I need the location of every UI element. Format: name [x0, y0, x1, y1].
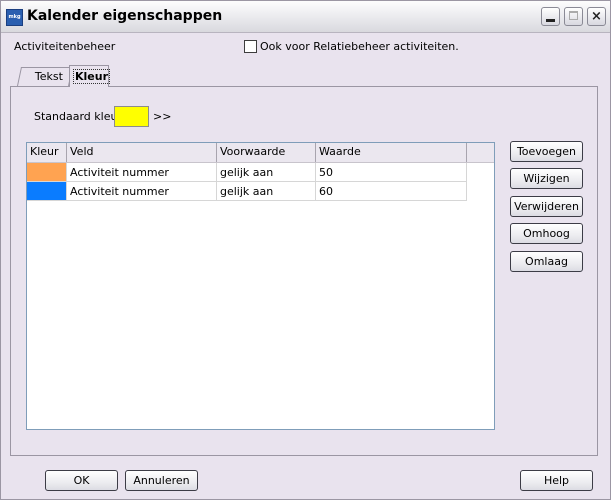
row-voorwaarde: gelijk aan [217, 163, 316, 182]
row-veld: Activiteit nummer [67, 163, 217, 182]
relatiebeheer-checkbox[interactable] [244, 40, 257, 53]
column-header-veld[interactable]: Veld [67, 143, 217, 162]
row-color-swatch [27, 163, 67, 182]
standard-color-more-button[interactable]: >> [153, 110, 171, 123]
add-button[interactable]: Toevoegen [510, 141, 583, 162]
cancel-button[interactable]: Annuleren [125, 470, 198, 491]
row-waarde: 60 [316, 182, 467, 201]
maximize-icon [569, 11, 578, 20]
row-color-swatch [27, 182, 67, 201]
ok-button[interactable]: OK [45, 470, 118, 491]
help-button[interactable]: Help [520, 470, 593, 491]
delete-button[interactable]: Verwijderen [510, 196, 583, 217]
column-header-waarde[interactable]: Waarde [316, 143, 467, 162]
maximize-button[interactable] [564, 7, 583, 26]
table-row[interactable]: Activiteit nummer gelijk aan 50 [27, 163, 467, 182]
move-down-button[interactable]: Omlaag [510, 251, 583, 272]
minimize-icon [546, 19, 555, 22]
tab-kleur-label: Kleur [73, 69, 111, 84]
tab-kleur[interactable]: Kleur [69, 65, 111, 87]
table-row[interactable]: Activiteit nummer gelijk aan 60 [27, 182, 467, 201]
dialog-window: mkg Kalender eigenschappen × Activiteite… [0, 0, 611, 500]
edit-button[interactable]: Wijzigen [510, 168, 583, 189]
standard-color-label: Standaard kleur: [34, 110, 126, 123]
column-header-voorwaarde[interactable]: Voorwaarde [217, 143, 316, 162]
close-button[interactable]: × [587, 7, 606, 26]
title-bar[interactable]: mkg Kalender eigenschappen × [1, 1, 610, 33]
section-label: Activiteitenbeheer [14, 40, 116, 53]
close-icon: × [591, 9, 602, 24]
row-veld: Activiteit nummer [67, 182, 217, 201]
row-voorwaarde: gelijk aan [217, 182, 316, 201]
app-icon: mkg [6, 9, 23, 26]
tab-tekst-label: Tekst [34, 70, 63, 83]
standard-color-swatch[interactable] [114, 106, 149, 127]
minimize-button[interactable] [541, 7, 560, 26]
window-title: Kalender eigenschappen [27, 8, 223, 24]
column-header-kleur[interactable]: Kleur [27, 143, 67, 162]
tab-tekst[interactable]: Tekst [16, 67, 74, 86]
row-waarde: 50 [316, 163, 467, 182]
grid-header: Kleur Veld Voorwaarde Waarde [27, 143, 494, 163]
relatiebeheer-checkbox-label[interactable]: Ook voor Relatiebeheer activiteiten. [260, 40, 459, 53]
move-up-button[interactable]: Omhoog [510, 223, 583, 244]
color-rules-grid[interactable]: Kleur Veld Voorwaarde Waarde Activiteit … [26, 142, 495, 430]
